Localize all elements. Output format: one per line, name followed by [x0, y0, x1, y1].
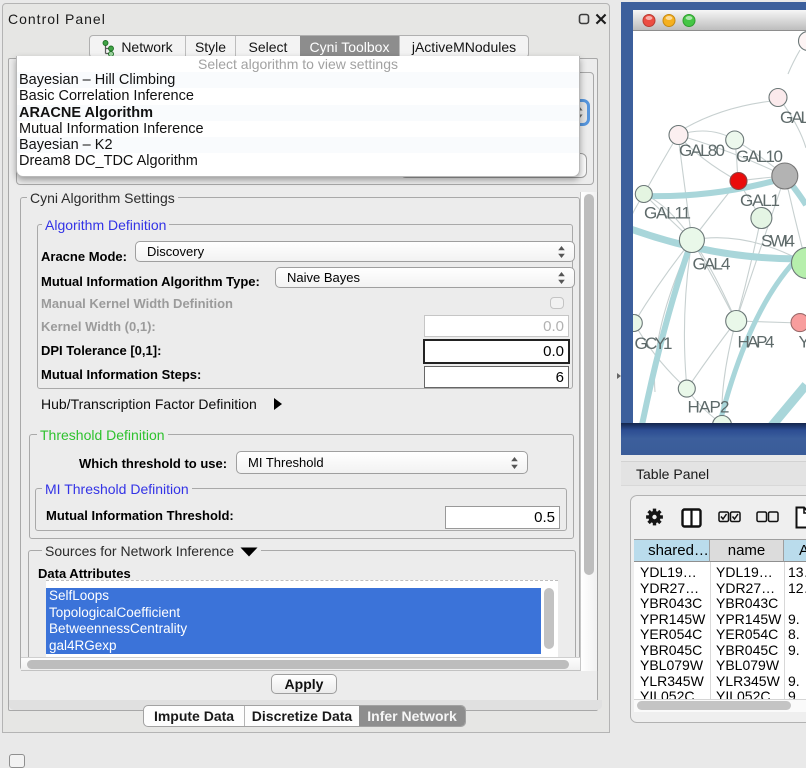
svg-text:GAL80: GAL80 — [679, 141, 725, 160]
svg-text:GAL: GAL — [780, 108, 806, 127]
svg-text:GAL4: GAL4 — [693, 255, 731, 274]
svg-text:GAL1: GAL1 — [740, 191, 780, 210]
svg-text:GCY1: GCY1 — [635, 334, 673, 353]
svg-text:Y: Y — [799, 333, 806, 352]
svg-text:HAP4: HAP4 — [738, 333, 775, 352]
svg-text:GAL11: GAL11 — [644, 204, 691, 223]
svg-text:HAP2: HAP2 — [688, 398, 730, 417]
svg-text:SWI4: SWI4 — [761, 232, 795, 251]
svg-text:GAL10: GAL10 — [736, 147, 783, 166]
